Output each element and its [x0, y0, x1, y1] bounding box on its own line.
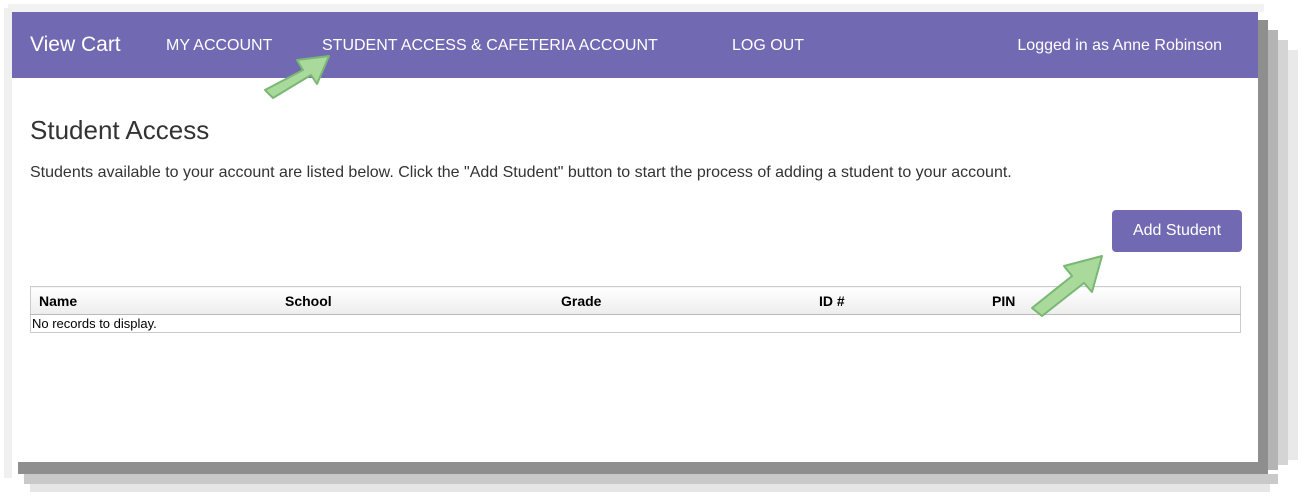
top-navbar: View Cart MY ACCOUNT STUDENT ACCESS & CA…	[12, 12, 1258, 78]
arrow-up-right-icon	[264, 55, 330, 99]
intro-text: Students available to your account are l…	[30, 164, 1012, 181]
column-header-pin[interactable]: PIN	[984, 286, 1241, 315]
screenshot-shadow-bottom	[30, 484, 1270, 492]
view-cart-link[interactable]: View Cart	[30, 33, 121, 57]
logged-in-user: Logged in as Anne Robinson	[1017, 37, 1222, 54]
column-header-grade[interactable]: Grade	[553, 286, 811, 315]
screenshot-shadow-right	[1288, 50, 1298, 460]
column-header-id[interactable]: ID #	[811, 286, 984, 315]
nav-student-access[interactable]: STUDENT ACCESS & CAFETERIA ACCOUNT	[322, 37, 658, 55]
screenshot-shadow-right	[1278, 40, 1288, 465]
nav-log-out[interactable]: LOG OUT	[732, 37, 804, 55]
column-header-school[interactable]: School	[277, 286, 553, 315]
page-title: Student Access	[30, 115, 210, 145]
arrow-up-right-icon	[1031, 255, 1103, 317]
column-header-name[interactable]: Name	[30, 286, 277, 315]
screenshot-shadow-right	[1268, 30, 1278, 470]
screenshot-shadow-top	[8, 4, 1264, 12]
screenshot-shadow-left	[4, 8, 12, 478]
app-window: View Cart MY ACCOUNT STUDENT ACCESS & CA…	[12, 12, 1258, 462]
screenshot-shadow-bottom	[18, 462, 1268, 474]
screenshot-shadow-bottom	[24, 474, 1278, 484]
add-student-button[interactable]: Add Student	[1112, 210, 1242, 252]
screenshot-shadow-right	[1258, 20, 1268, 470]
